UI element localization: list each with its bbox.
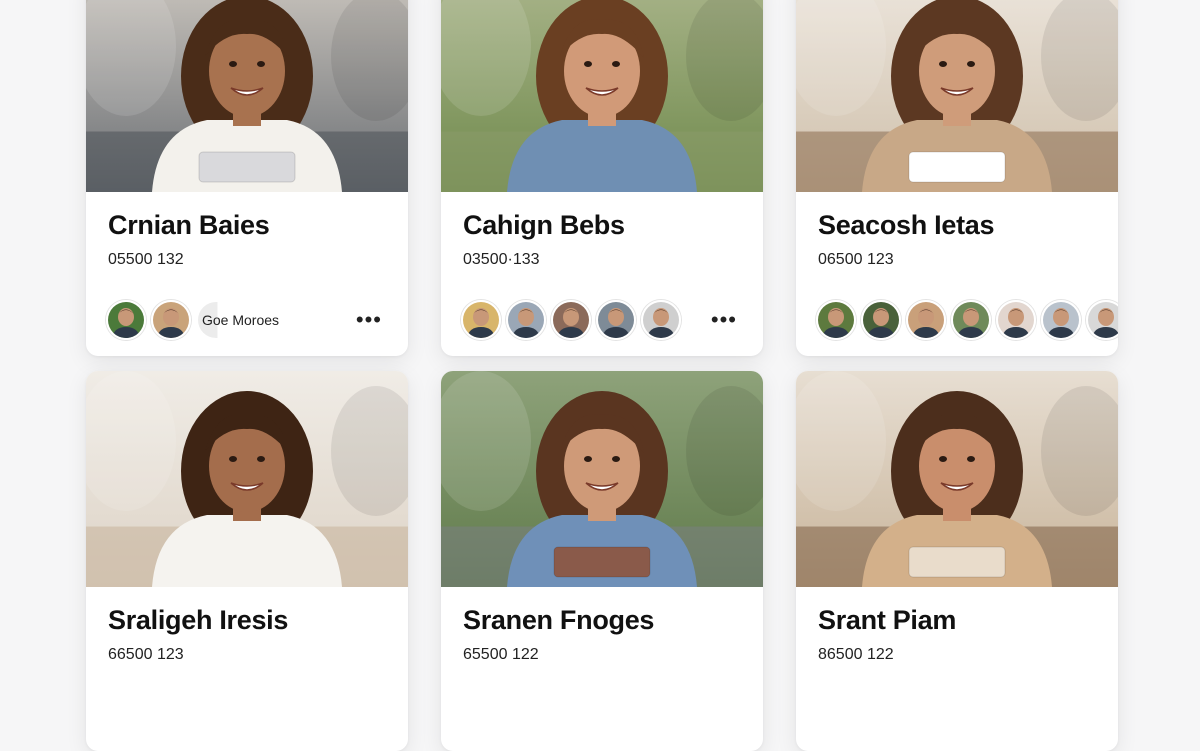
more-options-icon[interactable]: ••• — [705, 309, 743, 331]
profile-card[interactable]: Srant Piam 86500 122 — [796, 371, 1118, 751]
avatar[interactable] — [996, 300, 1036, 340]
profile-photo — [796, 0, 1118, 192]
profile-photo — [796, 371, 1118, 587]
card-name: Sranen Fnoges — [463, 605, 655, 635]
avatar[interactable] — [506, 300, 546, 340]
profile-card[interactable]: Cahign Bebs 03500·133 ••• — [441, 0, 763, 356]
profile-photo — [86, 371, 408, 587]
avatar[interactable] — [1086, 300, 1118, 340]
profile-photo — [86, 0, 408, 192]
avatar[interactable] — [951, 300, 991, 340]
avatar[interactable] — [1041, 300, 1081, 340]
card-code: 86500 122 — [818, 646, 894, 663]
card-name: Sraligeh Iresis — [108, 605, 289, 635]
card-code: 06500 123 — [818, 251, 894, 268]
profile-photo — [441, 0, 763, 192]
avatar[interactable] — [861, 300, 901, 340]
more-options-icon[interactable]: ••• — [350, 309, 388, 331]
group-label[interactable]: Goe Moroes — [198, 302, 288, 338]
avatar[interactable] — [461, 300, 501, 340]
avatar[interactable] — [106, 300, 146, 340]
member-row: ••• — [461, 298, 743, 342]
member-row: Goe Moroes ••• — [106, 298, 388, 342]
card-name: Seacosh Ietas — [818, 210, 995, 240]
card-name: Cahign Bebs — [463, 210, 625, 240]
profile-card[interactable]: Seacosh Ietas 06500 123 — [796, 0, 1118, 356]
card-code: 03500·133 — [463, 251, 540, 268]
profile-card[interactable]: Crnian Baies 05500 132 Goe Moroes ••• — [86, 0, 408, 356]
avatar[interactable] — [596, 300, 636, 340]
avatar[interactable] — [151, 300, 191, 340]
avatar[interactable] — [816, 300, 856, 340]
card-name: Crnian Baies — [108, 210, 270, 240]
avatar[interactable] — [641, 300, 681, 340]
card-name: Srant Piam — [818, 605, 957, 635]
profile-card[interactable]: Sranen Fnoges 65500 122 — [441, 371, 763, 751]
profile-card-grid: Crnian Baies 05500 132 Goe Moroes ••• Ca… — [0, 0, 1200, 751]
member-row — [816, 298, 1118, 342]
profile-card[interactable]: Sraligeh Iresis 66500 123 — [86, 371, 408, 751]
card-code: 66500 123 — [108, 646, 184, 663]
card-code: 65500 122 — [463, 646, 539, 663]
profile-photo — [441, 371, 763, 587]
avatar[interactable] — [906, 300, 946, 340]
avatar[interactable] — [551, 300, 591, 340]
card-code: 05500 132 — [108, 251, 184, 268]
